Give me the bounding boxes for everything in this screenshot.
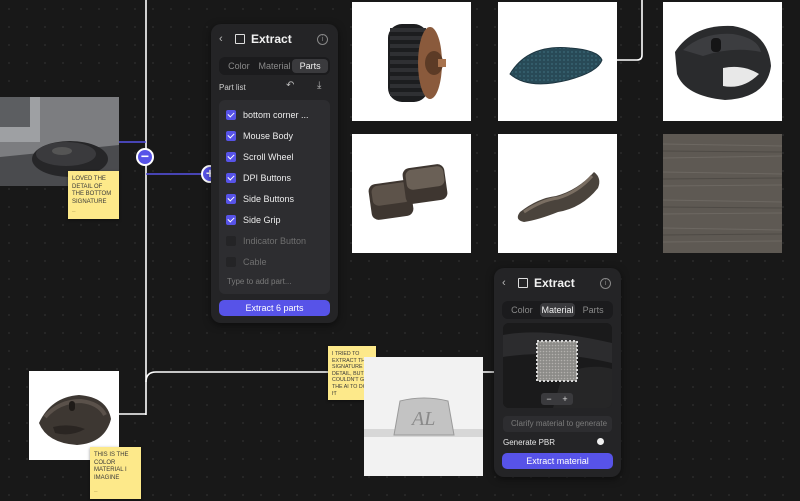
signature-detail-image[interactable]: AL: [364, 357, 483, 476]
svg-text:AL: AL: [410, 408, 435, 430]
part-row-1[interactable]: Mouse Body: [226, 128, 293, 144]
side-buttons-image[interactable]: [352, 134, 471, 253]
generate-pbr-toggle[interactable]: [594, 437, 610, 446]
part-label: Scroll Wheel: [243, 152, 294, 162]
extract-material-panel: ‹ Extract i Color Material Parts − + Cla…: [494, 268, 621, 477]
side-buttons-illustration: [368, 164, 448, 220]
part-row-3[interactable]: DPI Buttons: [226, 170, 291, 186]
checkbox[interactable]: [226, 173, 236, 183]
add-part-input[interactable]: Type to add part...: [227, 277, 291, 286]
scroll-wheel-illustration: [388, 24, 446, 102]
scroll-wheel-image[interactable]: [352, 2, 471, 121]
note-text: This is the color material I imagine: [94, 452, 129, 481]
part-row-0[interactable]: bottom corner ...: [226, 107, 309, 123]
part-label: Cable: [243, 257, 267, 267]
zoom-out-icon[interactable]: −: [546, 394, 551, 404]
minus-icon: −: [140, 148, 150, 164]
part-row-6[interactable]: Indicator Button: [226, 233, 306, 249]
checkbox[interactable]: [226, 152, 236, 162]
note-author-line: —: [94, 488, 98, 493]
brushed-metal-illustration: [663, 134, 782, 253]
checkbox[interactable]: [226, 236, 236, 246]
part-label: DPI Buttons: [243, 173, 292, 183]
brushed-metal-texture[interactable]: [663, 134, 782, 253]
checkbox[interactable]: [226, 110, 236, 120]
back-chevron-icon[interactable]: ‹: [502, 277, 514, 289]
extract-material-button[interactable]: Extract material: [502, 453, 613, 469]
mouse-render-image[interactable]: [663, 2, 782, 121]
part-row-5[interactable]: Side Grip: [226, 212, 281, 228]
part-label: Side Buttons: [243, 194, 295, 204]
part-row-4[interactable]: Side Buttons: [226, 191, 294, 207]
checkbox[interactable]: [226, 215, 236, 225]
tab-material[interactable]: Material: [539, 303, 576, 317]
note-author-line: —: [72, 208, 76, 213]
checkbox[interactable]: [226, 194, 236, 204]
zoom-in-icon[interactable]: +: [562, 394, 567, 404]
material-preview[interactable]: − +: [503, 323, 612, 408]
signature-detail-illustration: AL: [364, 357, 483, 476]
mouse-render-illustration: [675, 25, 771, 100]
clarify-placeholder: Clarify material to generate: [511, 419, 608, 428]
dpi-buttons-image[interactable]: [498, 134, 617, 253]
dpi-buttons-illustration: [517, 172, 600, 222]
checkbox[interactable]: [226, 131, 236, 141]
extract-square-icon: [518, 278, 528, 288]
panel-title: Extract: [534, 276, 575, 290]
mode-tabs: Color Material Parts: [502, 301, 613, 319]
extract-parts-button[interactable]: Extract 6 parts: [219, 300, 330, 316]
toggle-knob: [597, 438, 604, 445]
clarify-material-input[interactable]: Clarify material to generate: [503, 416, 612, 432]
info-icon[interactable]: i: [600, 277, 611, 289]
part-label: bottom corner ...: [243, 110, 309, 120]
note-text: Loved the detail of the bottom signature: [72, 176, 112, 205]
side-grip-image[interactable]: [498, 2, 617, 121]
part-row-7[interactable]: Cable: [226, 254, 267, 270]
part-label: Indicator Button: [243, 236, 307, 246]
tab-color[interactable]: Color: [504, 303, 540, 317]
part-row-2[interactable]: Scroll Wheel: [226, 149, 294, 165]
sticky-note-3[interactable]: This is the color material I imagine —: [90, 447, 141, 499]
generate-pbr-label: Generate PBR: [503, 438, 556, 447]
zoom-control: − +: [541, 393, 573, 405]
extract-parts-panel: ‹ Extract i Color Material Parts Part li…: [211, 24, 338, 323]
note-author-line: —: [332, 390, 336, 395]
tab-parts[interactable]: Parts: [575, 303, 611, 317]
side-grip-illustration: [509, 47, 603, 85]
part-label: Mouse Body: [243, 131, 294, 141]
panel-header: ‹ Extract i: [494, 268, 621, 298]
remove-connection-button[interactable]: −: [136, 148, 154, 166]
part-label: Side Grip: [243, 215, 281, 225]
sticky-note-1[interactable]: Loved the detail of the bottom signature…: [68, 171, 119, 219]
checkbox[interactable]: [226, 257, 236, 267]
part-list: bottom corner ... Mouse Body Scroll Whee…: [211, 24, 338, 323]
